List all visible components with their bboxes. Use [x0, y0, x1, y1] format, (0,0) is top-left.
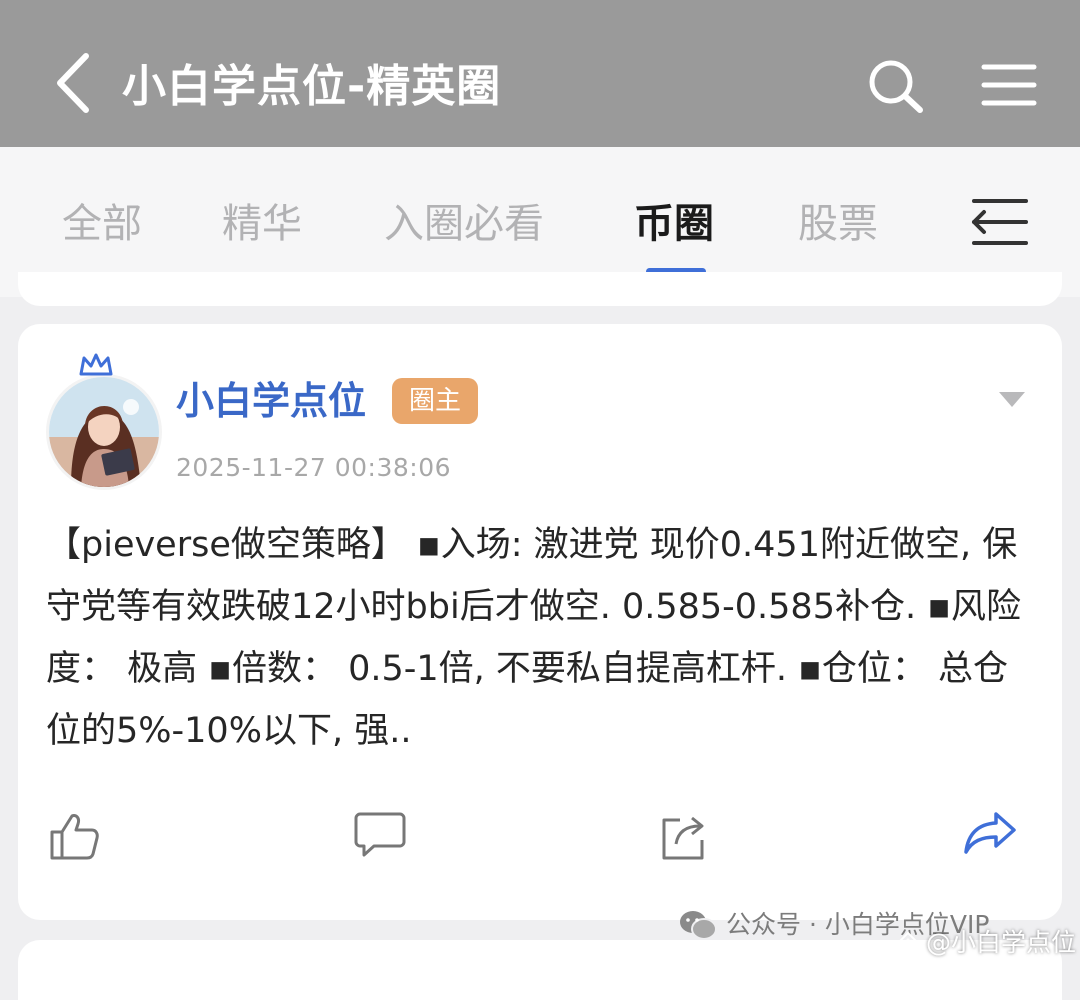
wechat-icon — [680, 911, 717, 940]
owner-badge: 圈主 — [392, 378, 478, 424]
app-header: 小白学点位-精英圈 — [0, 0, 1080, 147]
post-timestamp: 2025-11-27 00:38:06 — [176, 453, 452, 482]
search-icon[interactable] — [866, 58, 926, 114]
diamond-logo-icon — [896, 931, 920, 955]
post-content[interactable]: 【pieverse做空策略】 ▪入场: 激进党 现价0.451附近做空, 保守党… — [46, 514, 1038, 764]
share-icon[interactable] — [658, 810, 710, 862]
page-title: 小白学点位-精英圈 — [122, 61, 502, 112]
tab-stocks[interactable]: 股票 — [798, 199, 878, 249]
comment-icon[interactable] — [354, 810, 406, 858]
handle-watermark: @小白学点位 — [896, 926, 1076, 960]
previous-post-card-bottom — [18, 272, 1062, 306]
crown-icon — [79, 353, 113, 376]
tab-crypto[interactable]: 币圈 — [634, 199, 714, 249]
handle-watermark-text: @小白学点位 — [926, 928, 1077, 957]
like-icon[interactable] — [48, 810, 100, 862]
chevron-left-icon[interactable] — [52, 52, 96, 114]
tabs-expand-icon[interactable] — [968, 195, 1030, 249]
forward-icon[interactable] — [962, 810, 1018, 856]
avatar[interactable] — [46, 374, 162, 490]
avatar-illustration — [49, 377, 159, 487]
post-card[interactable]: 小白学点位 圈主 2025-11-27 00:38:06 【pieverse做空… — [18, 324, 1062, 920]
tab-all[interactable]: 全部 — [62, 199, 142, 249]
dropdown-triangle-icon[interactable] — [996, 388, 1028, 410]
tab-must-read[interactable]: 入圈必看 — [384, 199, 544, 249]
menu-icon[interactable] — [980, 62, 1038, 108]
tab-featured[interactable]: 精华 — [222, 199, 302, 249]
author-name[interactable]: 小白学点位 — [176, 376, 366, 426]
